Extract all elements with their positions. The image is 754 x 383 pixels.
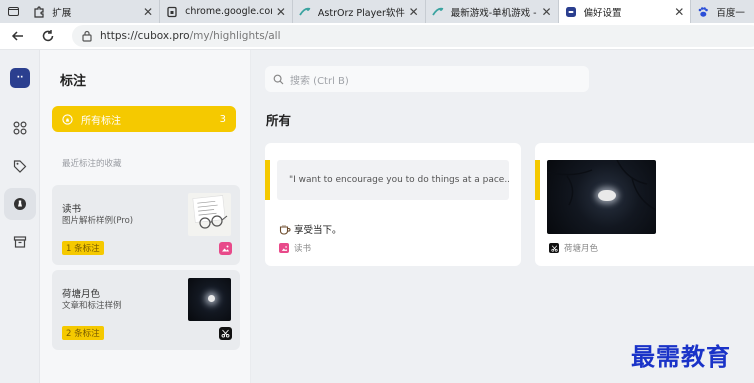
recent-card-moonlight[interactable]: 荷塘月色 文章和标注样例 2 条标注 (52, 270, 240, 350)
cubox-icon (565, 6, 577, 18)
moon-night-image (188, 278, 231, 321)
browser-tab-strip: 扩展 ✕ chrome.google.com ✕ AstrOrz Player软… (0, 0, 754, 23)
tab-astrorz[interactable]: AstrOrz Player软件下载 ✕ (293, 0, 426, 23)
watermark: 最需教育 (631, 342, 731, 371)
section-title: 所有 (266, 113, 292, 128)
tab-actions-button[interactable] (0, 0, 27, 23)
tab-baidu[interactable]: 百度一 (691, 0, 754, 23)
highlight-quote: "I want to encourage you to do things at… (277, 160, 509, 200)
cubox-logo-button[interactable]: ·· (4, 62, 36, 94)
tab-title: chrome.google.com (185, 6, 272, 17)
tab-title: 百度一 (716, 7, 745, 19)
address-bar-row: https://cubox.pro/my/highlights/all (0, 23, 754, 50)
astrorz-icon (431, 6, 444, 18)
highlight-circle-icon (62, 113, 73, 125)
cubox-app: ·· 标注 所有标注 3 最近标注的收藏 读书 图片解析样例(Pro) 1 条标… (0, 50, 754, 383)
tags-button[interactable] (4, 150, 36, 182)
close-icon[interactable]: ✕ (276, 5, 286, 19)
grid-circles-icon (13, 121, 27, 135)
close-icon[interactable]: ✕ (541, 5, 551, 19)
lock-icon (82, 30, 92, 42)
astrorz-icon (299, 6, 311, 18)
highlighter-icon (14, 198, 26, 210)
url-field[interactable]: https://cubox.pro/my/highlights/all (72, 25, 754, 47)
reload-icon (42, 30, 54, 42)
tag-icon (13, 160, 27, 173)
card-title: 荷塘月色 (62, 289, 101, 300)
url-host: https://cubox.pro (100, 30, 190, 42)
card-title: 读书 (62, 204, 82, 215)
moon-night-thumbnail (188, 278, 231, 321)
url-text: https://cubox.pro/my/highlights/all (100, 30, 281, 42)
all-highlights-button[interactable]: 所有标注 3 (52, 106, 236, 132)
highlights-button[interactable] (4, 188, 36, 220)
collections-button[interactable] (4, 112, 36, 144)
coffee-icon (279, 224, 291, 238)
tab-preferences[interactable]: 偏好设置 ✕ (558, 0, 692, 23)
recent-label: 最近标注的收藏 (62, 159, 122, 169)
highlight-source[interactable]: 荷塘月色 (549, 242, 598, 254)
tab-title: 扩展 (52, 7, 72, 19)
image-icon (279, 243, 289, 253)
cubox-logo-icon: ·· (10, 68, 30, 88)
search-placeholder: 搜索 (Ctrl B) (290, 75, 349, 87)
tab-games[interactable]: 最新游戏-单机游戏 - N ✕ (426, 0, 559, 23)
card-subtitle: 图片解析样例(Pro) (62, 216, 134, 226)
archive-button[interactable] (4, 226, 36, 258)
card-subtitle: 文章和标注样例 (62, 301, 122, 311)
glasses-note-thumbnail (188, 193, 231, 236)
close-icon[interactable]: ✕ (409, 5, 419, 19)
recent-card-reading[interactable]: 读书 图片解析样例(Pro) 1 条标注 (52, 185, 240, 265)
tab-chrome-store[interactable]: chrome.google.com ✕ (160, 0, 293, 23)
main-content: 搜索 (Ctrl B) 所有 "I want to encourage you … (251, 50, 754, 383)
search-input[interactable]: 搜索 (Ctrl B) (265, 66, 589, 92)
all-highlights-count: 3 (219, 113, 226, 125)
image-icon (219, 242, 232, 255)
arrow-left-icon (11, 31, 23, 41)
close-icon[interactable]: ✕ (143, 5, 153, 19)
highlight-note-text: 享受当下。 (294, 225, 342, 236)
highlight-image (547, 160, 656, 234)
page-icon (166, 6, 178, 18)
highlight-count-badge: 2 条标注 (62, 326, 104, 340)
tab-title: AstrOrz Player软件下载 (317, 7, 405, 19)
baidu-icon (697, 6, 709, 18)
highlights-sidebar: 标注 所有标注 3 最近标注的收藏 读书 图片解析样例(Pro) 1 条标注 荷… (40, 50, 251, 383)
archive-icon (13, 236, 27, 248)
scissors-icon (219, 327, 232, 340)
back-button[interactable] (6, 24, 30, 48)
search-icon (273, 74, 284, 84)
tab-extensions[interactable]: 扩展 ✕ (27, 0, 161, 23)
sidebar-title: 标注 (60, 74, 87, 89)
window-icon (8, 7, 20, 16)
highlight-count-badge: 1 条标注 (62, 241, 104, 255)
close-icon[interactable]: ✕ (674, 5, 684, 19)
highlight-bar (535, 160, 540, 200)
highlight-source-title: 读书 (294, 244, 312, 254)
highlight-bar (265, 160, 270, 200)
highlight-source-title: 荷塘月色 (564, 244, 599, 254)
highlight-card-image[interactable]: 荷塘月色 (535, 143, 754, 266)
highlight-card-quote[interactable]: "I want to encourage you to do things at… (265, 143, 521, 266)
moon-night-image (547, 160, 656, 234)
scissors-icon (549, 243, 559, 253)
reload-button[interactable] (36, 24, 60, 48)
all-highlights-label: 所有标注 (81, 115, 121, 127)
url-path: /my/highlights/all (189, 30, 281, 42)
tab-title: 偏好设置 (583, 7, 622, 19)
puzzle-icon (33, 5, 45, 18)
highlight-note: 享受当下。 (279, 222, 342, 238)
highlight-source[interactable]: 读书 (279, 242, 311, 254)
nav-rail: ·· (0, 50, 40, 383)
tab-title: 最新游戏-单机游戏 - N (450, 7, 538, 19)
